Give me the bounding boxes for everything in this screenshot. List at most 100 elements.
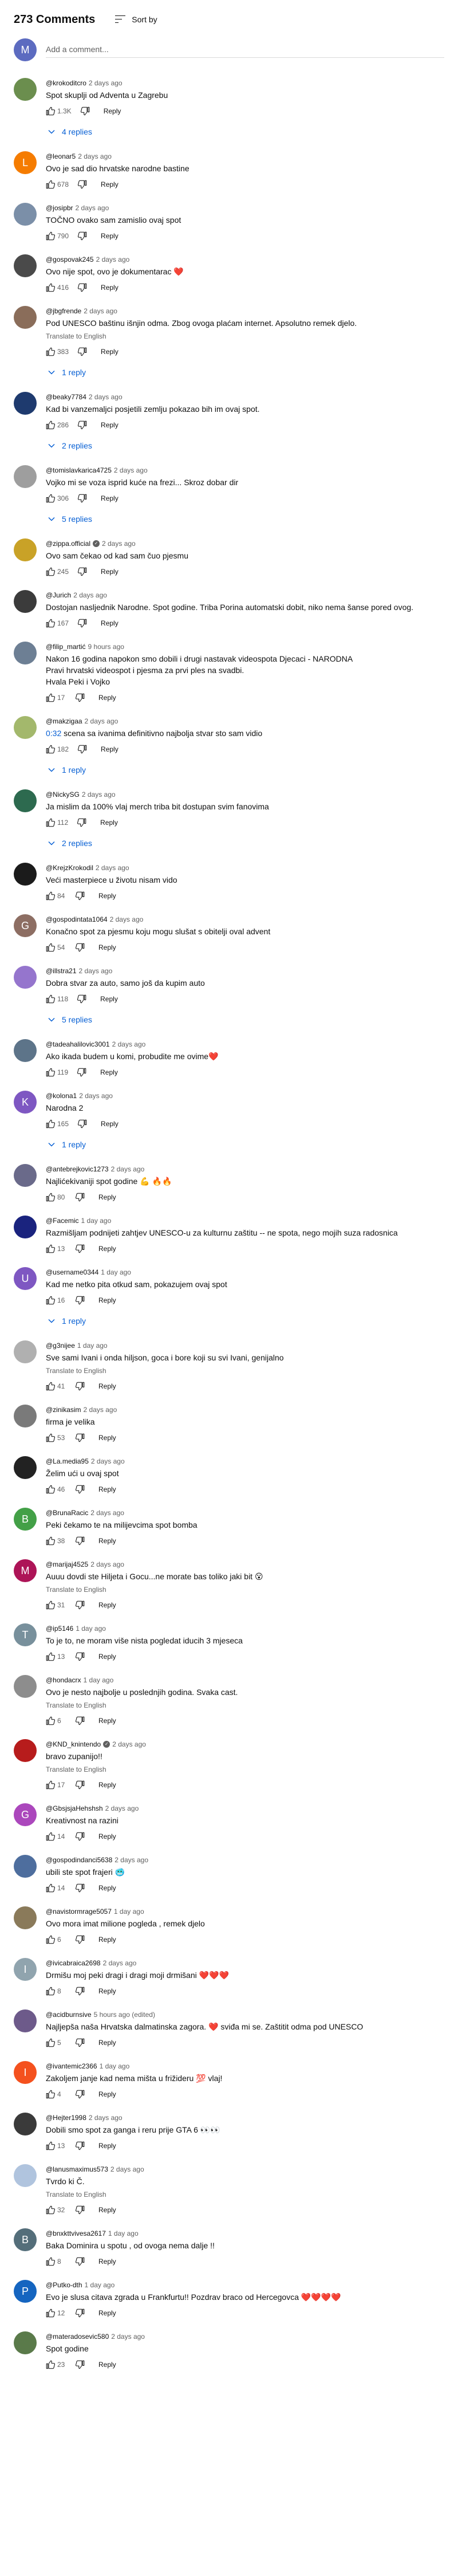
comment-time[interactable]: 2 days ago — [96, 254, 130, 265]
comment-author[interactable]: @gospodindanci5638 — [46, 1855, 112, 1865]
dislike-button[interactable] — [71, 1712, 89, 1730]
comment-author[interactable]: @filip_martić — [46, 642, 86, 652]
add-comment-input[interactable] — [46, 42, 444, 58]
avatar[interactable]: L — [14, 151, 37, 174]
view-replies-button[interactable]: 1 reply — [41, 1311, 444, 1331]
comment-time[interactable]: 2 days ago — [114, 1855, 148, 1865]
reply-button[interactable]: Reply — [97, 102, 128, 120]
reply-button[interactable]: Reply — [92, 1480, 123, 1499]
avatar[interactable]: B — [14, 2228, 37, 2251]
comment-author[interactable]: @ivicabraica2698 — [46, 1958, 101, 1968]
view-replies-button[interactable]: 1 reply — [41, 362, 444, 383]
dislike-button[interactable] — [71, 1532, 89, 1550]
avatar[interactable] — [14, 1456, 37, 1479]
comment-time[interactable]: 2 days ago — [84, 1405, 117, 1415]
reply-button[interactable]: Reply — [94, 563, 125, 581]
comment-time[interactable]: 2 days ago — [82, 789, 116, 800]
comment-time[interactable]: 2 days ago — [102, 538, 136, 549]
comment-time[interactable]: 2 days ago — [89, 392, 123, 402]
reply-button[interactable]: Reply — [93, 990, 125, 1008]
view-replies-button[interactable]: 5 replies — [41, 1009, 444, 1030]
reply-button[interactable]: Reply — [92, 2137, 123, 2155]
comment-time[interactable]: 1 day ago — [81, 1216, 112, 1226]
comment-time[interactable]: 2 days ago — [112, 1039, 146, 1049]
dislike-button[interactable] — [73, 563, 92, 581]
dislike-button[interactable] — [71, 938, 89, 957]
comment-time[interactable]: 2 days ago — [76, 203, 109, 213]
comment-time[interactable]: 2 days ago — [105, 1803, 139, 1814]
avatar[interactable] — [14, 1340, 37, 1363]
dislike-button[interactable] — [71, 1827, 89, 1846]
comment-author[interactable]: @illstra21 — [46, 966, 77, 976]
comment-time[interactable]: 1 day ago — [100, 2061, 130, 2071]
translate-link[interactable]: Translate to English — [46, 1700, 444, 1710]
comment-time[interactable]: 5 hours ago (edited) — [94, 2009, 155, 2020]
reply-button[interactable]: Reply — [92, 1930, 123, 1949]
comment-author[interactable]: @Jurich — [46, 590, 71, 600]
dislike-button[interactable] — [71, 1188, 89, 1206]
dislike-button[interactable] — [73, 614, 92, 632]
reply-button[interactable]: Reply — [92, 2252, 123, 2271]
reply-button[interactable]: Reply — [93, 813, 125, 832]
avatar[interactable]: G — [14, 914, 37, 937]
comment-time[interactable]: 2 days ago — [103, 1958, 137, 1968]
reply-button[interactable]: Reply — [92, 1712, 123, 1730]
dislike-button[interactable] — [76, 102, 94, 120]
comment-time[interactable]: 2 days ago — [111, 2331, 145, 2342]
comment-author[interactable]: @bnxkttvivesa2617 — [46, 2228, 106, 2239]
comment-author[interactable]: @NickySG — [46, 789, 80, 800]
reply-button[interactable]: Reply — [94, 175, 125, 194]
reply-button[interactable]: Reply — [92, 1188, 123, 1206]
comment-author[interactable]: @antebrejkovic1273 — [46, 1164, 109, 1174]
reply-button[interactable]: Reply — [92, 1532, 123, 1550]
reply-button[interactable]: Reply — [94, 1115, 125, 1133]
reply-button[interactable]: Reply — [92, 1377, 123, 1395]
avatar[interactable] — [14, 1739, 37, 1762]
comment-author[interactable]: @beaky7784 — [46, 392, 86, 402]
avatar[interactable] — [14, 2009, 37, 2032]
comment-author[interactable]: @Putko-dth — [46, 2280, 82, 2290]
comment-author[interactable]: @Facemic — [46, 1216, 79, 1226]
comment-author[interactable]: @La.media95 — [46, 1456, 89, 1466]
dislike-button[interactable] — [71, 1480, 89, 1499]
comment-time[interactable]: 2 days ago — [90, 1559, 124, 1570]
comment-author[interactable]: @marijaj4525 — [46, 1559, 88, 1570]
avatar[interactable]: P — [14, 2280, 37, 2303]
comment-author[interactable]: @ivantemic2366 — [46, 2061, 97, 2071]
comment-time[interactable]: 2 days ago — [111, 1164, 145, 1174]
comment-time[interactable]: 2 days ago — [78, 151, 112, 162]
reply-button[interactable]: Reply — [94, 614, 125, 632]
comment-author[interactable]: @zippa.official — [46, 538, 90, 549]
comment-author[interactable]: @hondacrx — [46, 1675, 81, 1685]
comment-author[interactable]: @Hejter1998 — [46, 2113, 86, 2123]
avatar[interactable] — [14, 203, 37, 226]
avatar[interactable] — [14, 1164, 37, 1187]
avatar[interactable] — [14, 465, 37, 488]
avatar[interactable] — [14, 1405, 37, 1427]
dislike-button[interactable] — [71, 1647, 89, 1666]
comment-author[interactable]: @makzigaa — [46, 716, 82, 726]
dislike-button[interactable] — [71, 1377, 89, 1395]
dislike-button[interactable] — [71, 2137, 89, 2155]
avatar[interactable] — [14, 1855, 37, 1878]
comment-time[interactable]: 2 days ago — [89, 78, 123, 88]
comment-author[interactable]: @materadosevic580 — [46, 2331, 109, 2342]
avatar[interactable] — [14, 254, 37, 277]
comment-author[interactable]: @leonar5 — [46, 151, 76, 162]
comment-author[interactable]: @kolona1 — [46, 1091, 77, 1101]
avatar[interactable] — [14, 863, 37, 886]
reply-button[interactable]: Reply — [92, 1827, 123, 1846]
reply-button[interactable]: Reply — [92, 887, 123, 905]
reply-button[interactable]: Reply — [92, 2201, 123, 2219]
comment-author[interactable]: @zinikasim — [46, 1405, 81, 1415]
avatar[interactable] — [14, 1039, 37, 1062]
dislike-button[interactable] — [71, 2201, 89, 2219]
reply-button[interactable]: Reply — [92, 1982, 123, 2000]
dislike-button[interactable] — [73, 175, 92, 194]
avatar[interactable] — [14, 392, 37, 415]
view-replies-button[interactable]: 4 replies — [41, 121, 444, 142]
avatar[interactable]: M — [14, 1559, 37, 1582]
dislike-button[interactable] — [71, 2304, 89, 2322]
comment-time[interactable]: 2 days ago — [89, 2113, 123, 2123]
avatar[interactable] — [14, 2164, 37, 2187]
